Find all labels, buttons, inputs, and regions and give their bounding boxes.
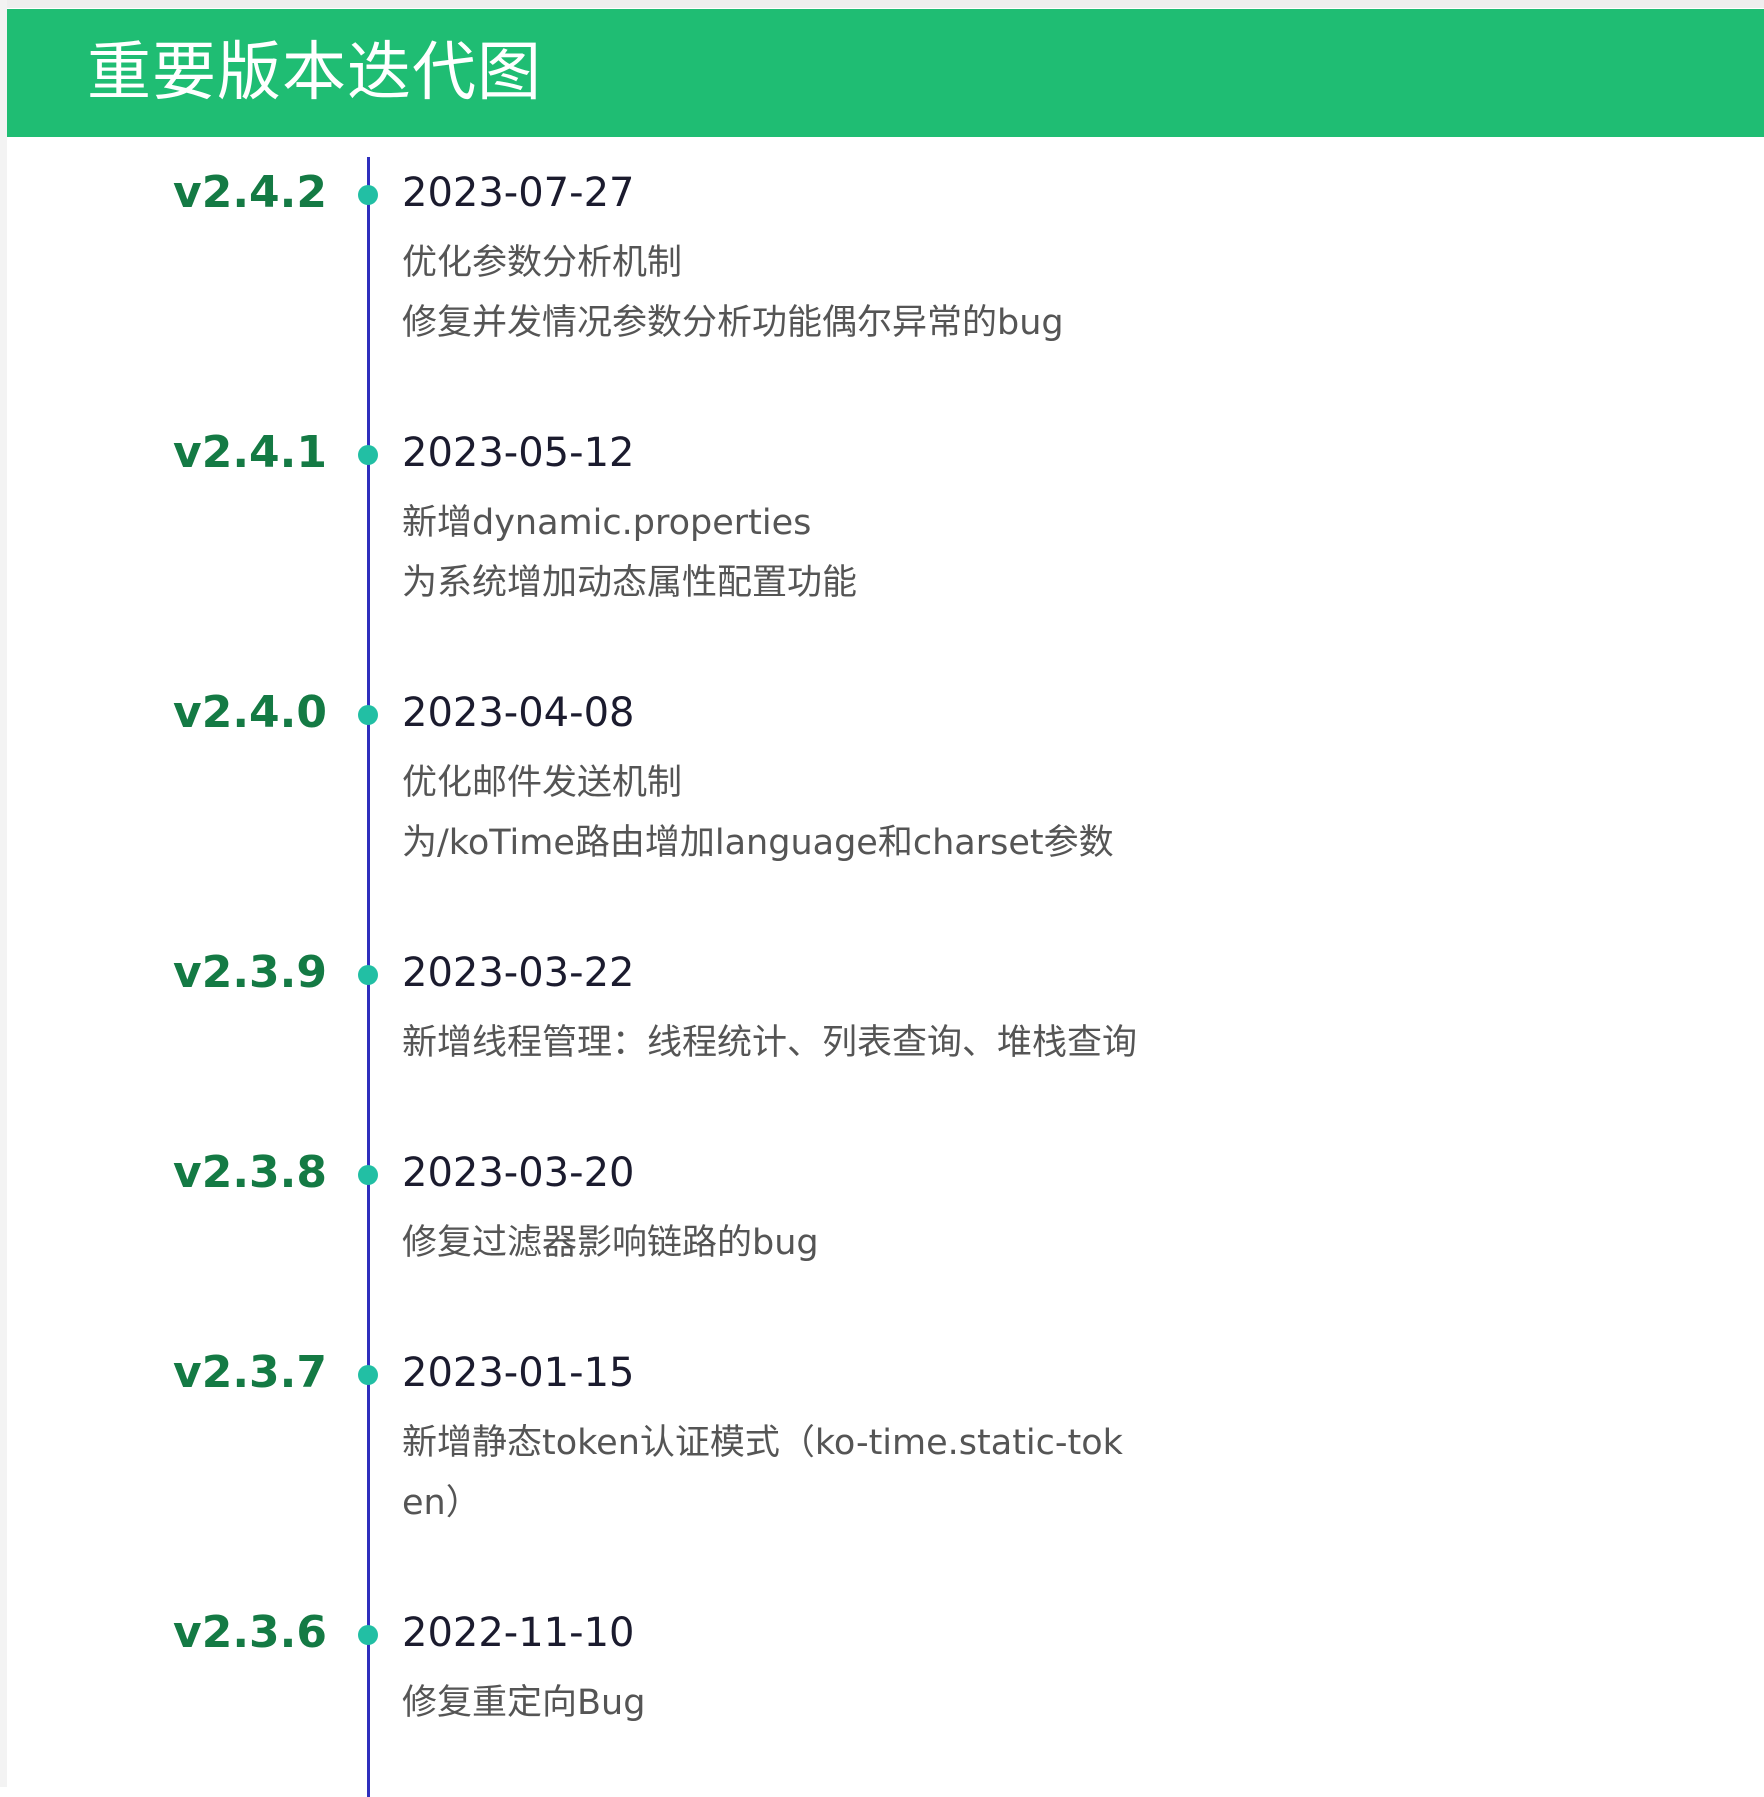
version-label: v2.3.8 <box>173 1147 327 1198</box>
release-date: 2022-11-10 <box>402 1610 635 1656</box>
release-note: 修复过滤器影响链路的bug <box>402 1223 819 1263</box>
timeline-dot <box>358 1365 378 1385</box>
version-label: v2.3.7 <box>173 1347 327 1398</box>
release-note: 新增dynamic.properties <box>402 503 812 543</box>
release-note: 新增线程管理：线程统计、列表查询、堆栈查询 <box>402 1023 1138 1063</box>
release-date: 2023-07-27 <box>402 170 635 216</box>
version-label: v2.4.0 <box>173 687 327 738</box>
timeline-dot <box>358 1165 378 1185</box>
timeline-dot <box>358 185 378 205</box>
release-note: 为系统增加动态属性配置功能 <box>402 563 858 603</box>
timeline-dot <box>358 1625 378 1645</box>
release-note: 修复重定向Bug <box>402 1683 646 1723</box>
timeline-dot <box>358 445 378 465</box>
window-top-border <box>0 0 1764 8</box>
release-notes: 新增静态token认证模式（ko-time.static-token） <box>402 1413 1142 1533</box>
release-note: 为/koTime路由增加language和charset参数 <box>402 823 1114 863</box>
version-timeline: v2.4.2 2023-07-27 优化参数分析机制 修复并发情况参数分析功能偶… <box>0 137 1764 1797</box>
release-notes: 优化邮件发送机制 为/koTime路由增加language和charset参数 <box>402 753 1142 873</box>
version-label: v2.4.1 <box>173 427 327 478</box>
release-date: 2023-04-08 <box>402 690 635 736</box>
timeline-dot <box>358 705 378 725</box>
page-header: 重要版本迭代图 <box>7 9 1764 137</box>
version-label: v2.3.9 <box>173 947 327 998</box>
version-label: v2.3.6 <box>173 1607 327 1658</box>
release-date: 2023-05-12 <box>402 430 635 476</box>
timeline-dot <box>358 965 378 985</box>
release-date: 2023-03-20 <box>402 1150 635 1196</box>
release-notes: 新增dynamic.properties 为系统增加动态属性配置功能 <box>402 493 1142 613</box>
release-notes: 优化参数分析机制 修复并发情况参数分析功能偶尔异常的bug <box>402 233 1142 353</box>
version-label: v2.4.2 <box>173 167 327 218</box>
release-note: 修复并发情况参数分析功能偶尔异常的bug <box>402 303 1064 343</box>
release-note: 新增静态token认证模式（ko-time.static-token） <box>402 1423 1123 1523</box>
page-title: 重要版本迭代图 <box>87 36 542 110</box>
release-notes: 修复重定向Bug <box>402 1673 1142 1733</box>
release-date: 2023-01-15 <box>402 1350 635 1396</box>
release-note: 优化参数分析机制 <box>402 243 683 283</box>
release-notes: 修复过滤器影响链路的bug <box>402 1213 1142 1273</box>
release-note: 优化邮件发送机制 <box>402 763 683 803</box>
release-notes: 新增线程管理：线程统计、列表查询、堆栈查询 <box>402 1013 1142 1073</box>
release-date: 2023-03-22 <box>402 950 635 996</box>
